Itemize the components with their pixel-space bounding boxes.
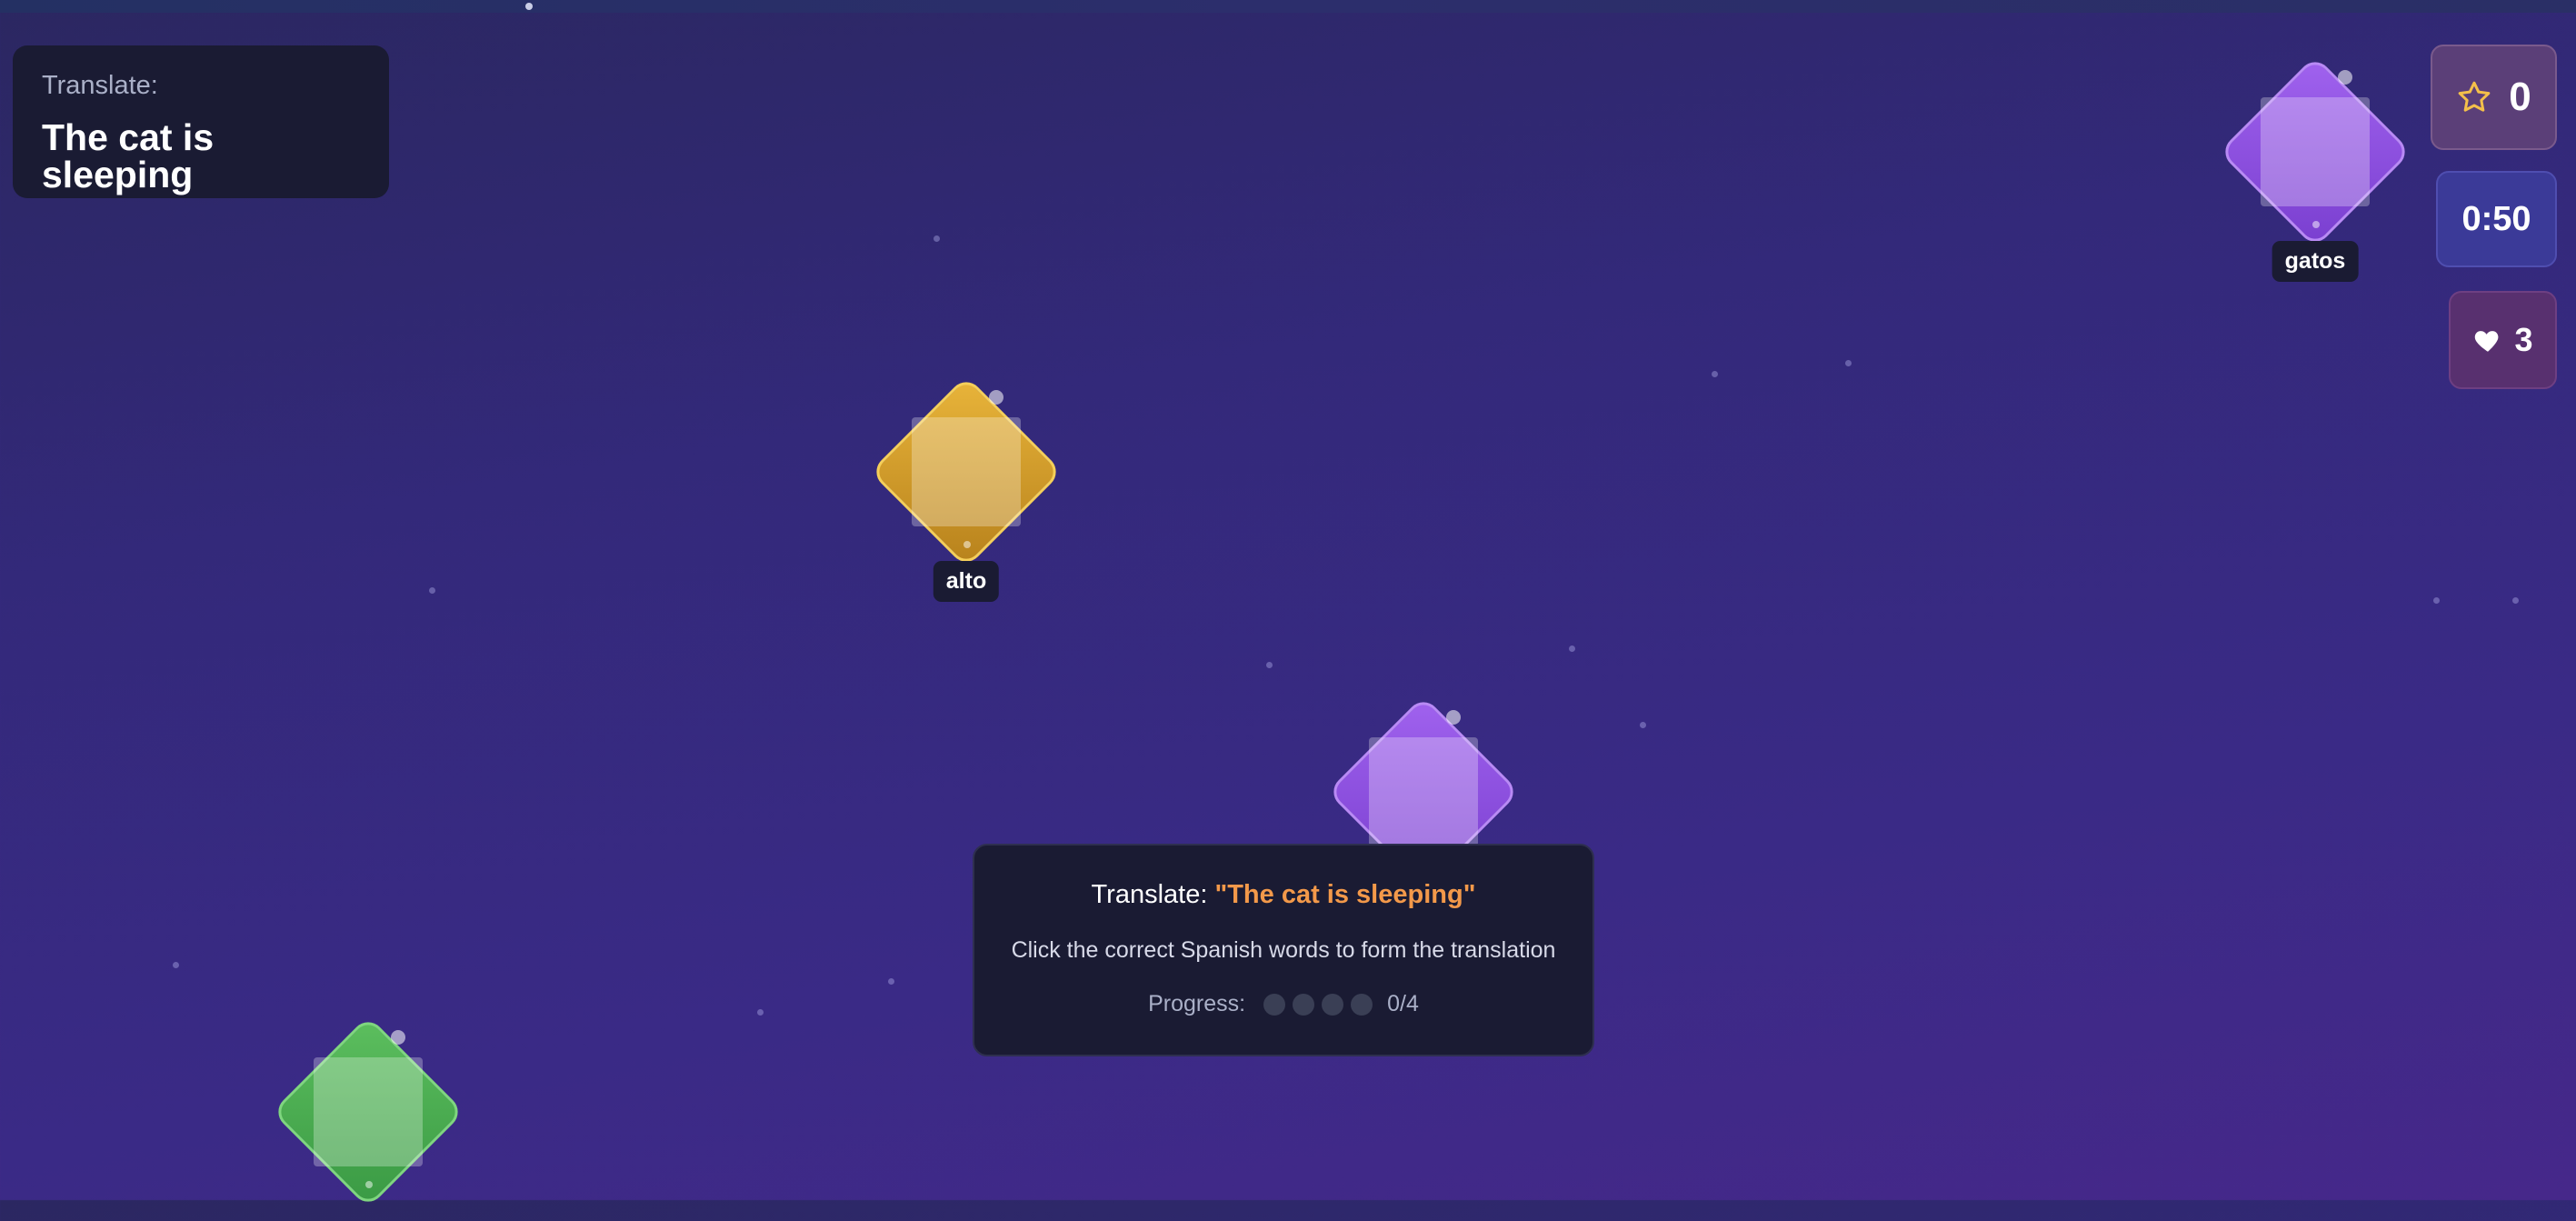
- background-sparkle: [1845, 360, 1852, 366]
- word-gem-alto[interactable]: alto: [857, 363, 1075, 602]
- target-phrase-label: Translate:: [42, 71, 158, 100]
- score-value: 0: [2509, 75, 2531, 119]
- instruction-hint: Click the correct Spanish words to form …: [1011, 937, 1556, 963]
- gem-sparkle: [1446, 710, 1461, 725]
- gem-highlight: [314, 1057, 423, 1166]
- background-sparkle: [934, 235, 940, 242]
- timer-value: 0:50: [2461, 199, 2531, 238]
- gem-sparkle: [964, 541, 971, 548]
- progress-label: Progress:: [1148, 991, 1246, 1016]
- background-sparkle: [173, 962, 179, 968]
- progress-dots: [1263, 993, 1373, 1016]
- timer-display: 0:50: [2436, 171, 2557, 267]
- progress-count: 0/4: [1387, 991, 1419, 1016]
- word-gem-gatos[interactable]: gatos: [2206, 43, 2424, 282]
- word-label: alto: [933, 561, 1000, 602]
- gem-sparkle: [2312, 221, 2320, 228]
- gem-sparkle: [391, 1030, 405, 1045]
- instruction-title-prefix: Translate:: [1091, 880, 1208, 909]
- progress-dot: [1351, 993, 1373, 1016]
- gem-highlight: [912, 417, 1021, 526]
- background-sparkle: [2512, 597, 2519, 604]
- background-sparkle: [429, 587, 435, 594]
- gem-sparkle: [2338, 70, 2352, 85]
- target-phrase: The cat is sleeping: [42, 116, 215, 195]
- gem-sparkle: [989, 390, 1003, 405]
- progress-dot: [1263, 993, 1286, 1016]
- instruction-title-phrase: "The cat is sleeping": [1214, 880, 1476, 909]
- background-sparkle: [888, 978, 894, 985]
- progress-row: Progress: 0/4: [974, 991, 1593, 1017]
- gem-sparkle: [365, 1181, 373, 1188]
- word-label: gatos: [2271, 241, 2359, 282]
- lives-display: 3: [2449, 291, 2557, 389]
- score-display: 0: [2431, 45, 2557, 150]
- star-icon: [2458, 81, 2491, 112]
- background-sparkle: [1569, 646, 1575, 652]
- instruction-panel: Translate: "The cat is sleeping" Click t…: [973, 844, 1594, 1056]
- background-sparkle: [757, 1009, 764, 1016]
- progress-dot: [1322, 993, 1344, 1016]
- heart-icon: [2475, 331, 2499, 352]
- word-gem[interactable]: [259, 1003, 477, 1221]
- gem-highlight: [2261, 97, 2370, 206]
- target-phrase-card: Translate: The cat is sleeping: [13, 45, 389, 198]
- background-sparkle: [2433, 597, 2440, 604]
- background-sparkle: [1712, 371, 1718, 377]
- lives-value: 3: [2514, 321, 2533, 358]
- background-sparkle: [1640, 722, 1646, 728]
- background-sparkle: [1266, 662, 1273, 668]
- gem-highlight: [1369, 737, 1478, 846]
- instruction-title: Translate: "The cat is sleeping": [974, 880, 1593, 910]
- progress-dot: [1293, 993, 1315, 1016]
- top-bar: [0, 0, 2576, 13]
- top-bar-dot: [525, 3, 533, 10]
